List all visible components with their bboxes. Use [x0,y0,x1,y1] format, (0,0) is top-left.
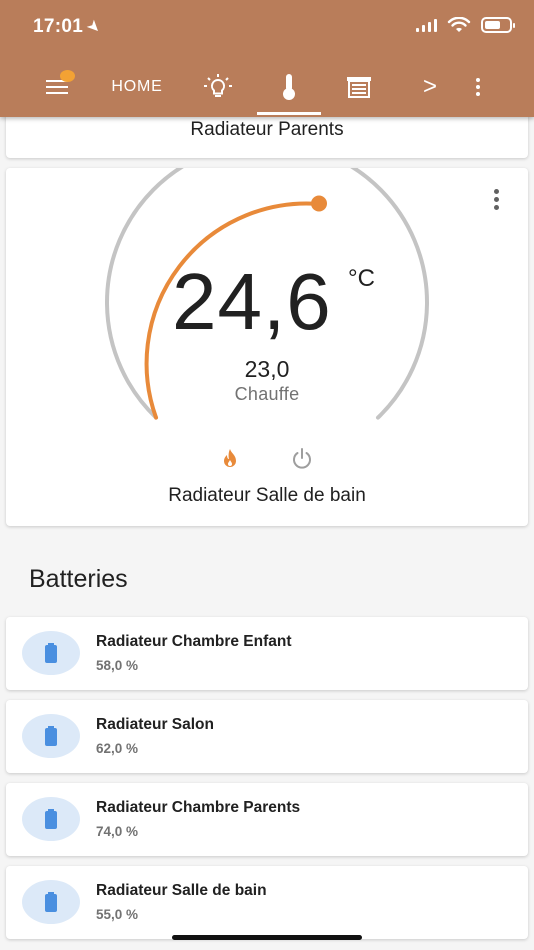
battery-row-salle-de-bain[interactable]: Radiateur Salle de bain 55,0 % [6,866,528,939]
status-time: 17:01➤ [33,16,105,39]
wifi-icon [447,17,471,32]
battery-icon [22,797,80,841]
notification-badge [60,70,75,82]
chevron-right-icon[interactable]: > [418,60,442,114]
sidebar-menu-button[interactable] [40,60,74,114]
status-icons [416,17,515,33]
hvac-action: Chauffe [234,384,300,404]
battery-name: Radiateur Chambre Enfant [96,633,292,650]
battery-value: 62,0 % [96,741,139,756]
tab-bar: HOME > [0,60,534,117]
battery-name: Radiateur Chambre Parents [96,799,301,816]
app-header: 17:01➤ HOME > [0,0,534,117]
cellular-signal-icon [416,18,437,32]
power-icon [293,448,311,469]
section-title-batteries: Batteries [29,565,128,593]
battery-value: 55,0 % [96,907,139,922]
temperature-unit: °C [348,265,375,292]
mode-off-button[interactable] [290,447,314,471]
lightbulb-icon [204,74,232,97]
tab-lights[interactable] [198,60,238,114]
battery-value: 58,0 % [96,658,139,673]
battery-row-chambre-parents[interactable]: Radiateur Chambre Parents 74,0 % [6,783,528,856]
garage-icon [347,77,371,98]
mode-heat-button[interactable] [218,447,242,471]
battery-icon [22,714,80,758]
thermostat-card: 24,6 °C 23,0 Chauffe Radiateur Salle de … [6,168,528,526]
battery-icon [22,880,80,924]
target-temperature: 23,0 [244,356,290,382]
thermostat-name: Radiateur Salle de bain [168,485,366,506]
card-menu-button[interactable] [494,186,499,213]
target-temperature-handle [311,195,327,212]
thermometer-icon [283,74,295,100]
battery-name: Radiateur Salon [96,716,214,733]
current-temperature: 24,6 [172,257,332,346]
battery-row-salon[interactable]: Radiateur Salon 62,0 % [6,700,528,773]
battery-row-chambre-enfant[interactable]: Radiateur Chambre Enfant 58,0 % [6,617,528,690]
battery-icon [22,631,80,675]
home-indicator[interactable] [172,935,362,940]
fire-icon [224,449,236,467]
tab-climate[interactable] [257,60,321,115]
tab-covers[interactable] [342,60,376,114]
battery-status-icon [481,17,515,33]
battery-name: Radiateur Salle de bain [96,882,267,899]
tab-home[interactable]: HOME [104,60,170,114]
battery-value: 74,0 % [96,824,139,839]
location-arrow-icon: ➤ [82,16,105,39]
overflow-menu-button[interactable] [468,60,488,114]
climate-card-name: Radiateur Parents [190,119,344,140]
more-vertical-icon [476,75,480,99]
